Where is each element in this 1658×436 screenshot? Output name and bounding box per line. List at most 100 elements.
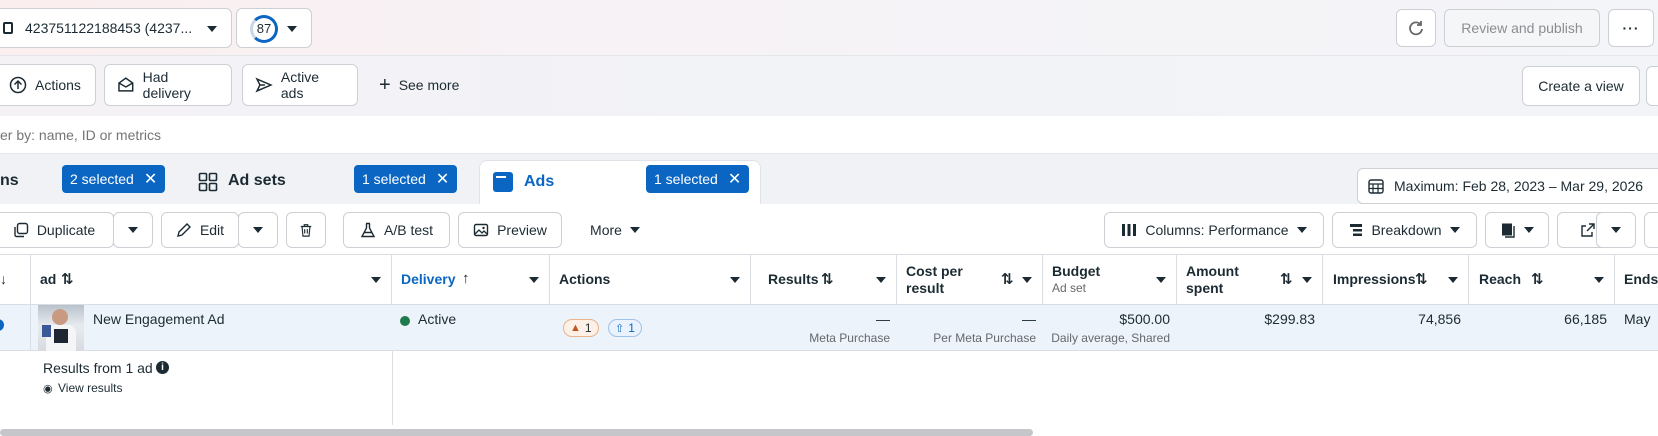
- delete-button[interactable]: [286, 212, 326, 248]
- column-header-delivery[interactable]: Delivery ↑: [392, 255, 550, 305]
- more-actions-button[interactable]: More: [574, 212, 656, 248]
- chevron-down-icon: [287, 26, 297, 32]
- columns-dropdown[interactable]: Columns: Performance: [1104, 212, 1324, 248]
- budget-sub-label: Ad set: [1052, 281, 1087, 295]
- search-input[interactable]: [0, 122, 900, 148]
- tab-ads-label: Ads: [524, 173, 555, 190]
- column-header-amount-spent[interactable]: Amount spent ⇅: [1177, 255, 1323, 305]
- duplicate-icon: [14, 222, 29, 238]
- grid-icon: [198, 172, 218, 192]
- budget-sub: Daily average, Shared: [1051, 331, 1170, 345]
- column-header-reach[interactable]: Reach ⇅: [1469, 255, 1615, 305]
- radio-selected-icon[interactable]: [0, 319, 4, 331]
- ad-thumbnail[interactable]: [38, 305, 84, 351]
- tab-ad-sets[interactable]: Ad sets 1 selected ✕: [186, 160, 460, 204]
- column-header-cost-per-result-label: Cost per result: [906, 263, 963, 297]
- account-icon: [3, 22, 13, 34]
- see-more-button[interactable]: + See more: [366, 64, 476, 106]
- edit-label: Edit: [199, 222, 225, 238]
- close-icon[interactable]: ✕: [436, 169, 449, 189]
- cost-per-result-cell: — Per Meta Purchase: [897, 305, 1043, 351]
- campaigns-selected-badge[interactable]: 2 selected ✕: [62, 165, 166, 193]
- arrow-up-circle-icon: [9, 76, 27, 94]
- column-header-select[interactable]: ↓: [0, 255, 31, 305]
- close-icon[interactable]: ✕: [728, 169, 741, 189]
- horizontal-scrollbar[interactable]: [0, 429, 1033, 436]
- reports-dropdown[interactable]: [1485, 212, 1549, 248]
- impressions-cell: 74,856: [1323, 305, 1469, 351]
- column-header-budget[interactable]: Budget Ad set: [1043, 255, 1177, 305]
- filter-actions-chip[interactable]: Actions: [0, 64, 96, 106]
- column-divider: [392, 351, 393, 425]
- refresh-button[interactable]: [1396, 9, 1436, 47]
- column-header-ends[interactable]: Ends: [1615, 255, 1658, 305]
- close-icon[interactable]: ✕: [144, 169, 157, 189]
- envelope-icon: [118, 77, 134, 92]
- actions-badge[interactable]: ⇧ 1: [608, 319, 642, 337]
- chevron-down-icon: [1611, 227, 1621, 233]
- row-select-cell[interactable]: [0, 305, 31, 351]
- column-header-cost-per-result[interactable]: Cost per result ⇅: [897, 255, 1043, 305]
- tab-campaigns[interactable]: ns 2 selected ✕: [0, 160, 176, 204]
- filter-active-ads-chip[interactable]: Active ads: [242, 64, 358, 106]
- reach-cell: 66,185: [1469, 305, 1615, 351]
- reach-value: 66,185: [1564, 311, 1607, 327]
- duplicate-dropdown-button[interactable]: [113, 212, 153, 248]
- calendar-icon: [1368, 179, 1384, 194]
- column-header-actions[interactable]: Actions: [550, 255, 751, 305]
- warning-badge[interactable]: ▲ 1: [563, 319, 599, 337]
- budget-value: $500.00: [1119, 311, 1170, 327]
- filter-had-delivery-chip[interactable]: Had delivery: [104, 64, 232, 106]
- column-header-results[interactable]: Results ⇅: [751, 255, 897, 305]
- more-options-button[interactable]: ···: [1608, 9, 1654, 47]
- preview-button[interactable]: Preview: [458, 212, 562, 248]
- view-overflow-button[interactable]: [1646, 66, 1658, 106]
- view-results-link[interactable]: View results: [58, 381, 122, 395]
- breakdown-label: Breakdown: [1371, 222, 1442, 238]
- budget-label: Budget: [1052, 263, 1101, 279]
- ad-sets-selected-badge[interactable]: 1 selected ✕: [354, 165, 458, 193]
- toolbar-overflow-button[interactable]: [1644, 212, 1658, 248]
- image-icon: [473, 223, 489, 237]
- amount-spent-value: $299.83: [1264, 311, 1315, 327]
- refresh-icon: [1409, 21, 1423, 36]
- column-header-impressions-label: Impressions: [1333, 271, 1416, 287]
- chevron-down-icon: [1296, 227, 1307, 233]
- sort-icon: ⇅: [1415, 271, 1428, 288]
- date-range-label: Maximum: Feb 28, 2023 – Mar 29, 2026: [1394, 178, 1644, 194]
- account-label: 423751122188453 (4237...: [25, 20, 193, 36]
- create-view-button[interactable]: Create a view: [1522, 66, 1640, 106]
- edit-button[interactable]: Edit: [161, 212, 239, 248]
- ad-name-cell[interactable]: New Engagement Ad: [31, 305, 392, 351]
- ads-selected-badge[interactable]: 1 selected ✕: [646, 165, 750, 193]
- ad-name-link[interactable]: New Engagement Ad: [93, 311, 225, 327]
- ab-test-button[interactable]: A/B test: [343, 212, 450, 248]
- review-and-publish-button[interactable]: Review and publish: [1444, 9, 1600, 47]
- chevron-down-icon: [128, 227, 138, 233]
- see-more-label: See more: [398, 77, 460, 93]
- edit-dropdown-button[interactable]: [238, 212, 278, 248]
- column-header-ad[interactable]: ad ⇅: [31, 255, 392, 305]
- sort-icon: ⇅: [821, 271, 834, 288]
- eye-icon: ◉: [43, 383, 53, 395]
- table-row[interactable]: New Engagement Ad Active ▲ 1 ⇧ 1 — Meta …: [0, 305, 1658, 351]
- export-dropdown-button[interactable]: [1596, 212, 1636, 248]
- reports-icon: [1502, 223, 1515, 238]
- column-header-impressions[interactable]: Impressions ⇅: [1323, 255, 1469, 305]
- account-selector[interactable]: 423751122188453 (4237...: [0, 8, 232, 48]
- chevron-down-icon: ↓: [0, 271, 7, 287]
- date-range-picker[interactable]: Maximum: Feb 28, 2023 – Mar 29, 2026: [1357, 168, 1658, 204]
- delivery-cell: Active: [392, 305, 550, 351]
- opportunity-score-button[interactable]: 87: [236, 8, 312, 48]
- cost-sub: Per Meta Purchase: [933, 331, 1036, 345]
- column-header-amount-spent-label: Amount spent: [1186, 263, 1239, 297]
- warning-count: 1: [584, 321, 592, 335]
- duplicate-button[interactable]: Duplicate: [0, 212, 114, 248]
- sort-icon: ⇅: [1280, 271, 1293, 288]
- info-icon[interactable]: i: [156, 361, 169, 374]
- breakdown-dropdown[interactable]: Breakdown: [1332, 212, 1477, 248]
- chevron-down-icon: [253, 227, 263, 233]
- results-cell: — Meta Purchase: [751, 305, 897, 351]
- filter-active-ads-label: Active ads: [280, 69, 319, 101]
- tab-ads[interactable]: Ads 1 selected ✕: [479, 160, 761, 204]
